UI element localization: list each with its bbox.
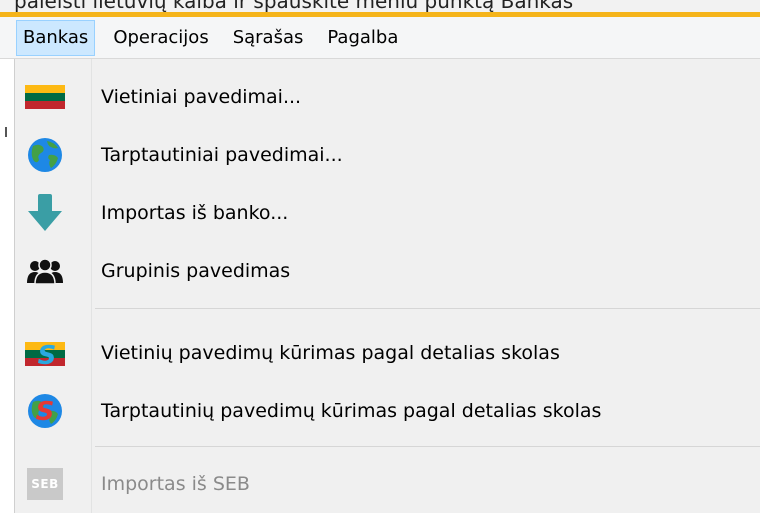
arrow-down-icon xyxy=(25,194,65,232)
globe-s-icon: S xyxy=(25,392,65,430)
globe-icon xyxy=(25,136,65,174)
menu-item-label: Importas iš banko... xyxy=(101,202,289,224)
menubar-item-pagalba[interactable]: Pagalba xyxy=(321,20,404,56)
menu-item-label: Tarptautinių pavedimų kūrimas pagal deta… xyxy=(101,400,602,422)
menu-item-label: Importas iš SEB xyxy=(101,473,250,495)
lithuania-flag-icon xyxy=(25,78,65,116)
seb-logo-icon: SEB xyxy=(25,465,65,503)
menu-item-grupinis-pavedimas[interactable]: Grupinis pavedimas xyxy=(15,242,760,300)
background-edge-mark xyxy=(5,127,7,137)
background-window-edge xyxy=(0,59,14,513)
seb-logo-text: SEB xyxy=(27,468,63,500)
menu-item-vietiniai-pavedimai[interactable]: Vietiniai pavedimai... xyxy=(15,68,760,126)
menubar-item-operacijos[interactable]: Operacijos xyxy=(107,20,214,56)
group-people-icon xyxy=(25,252,65,290)
menu-item-importas-is-banko[interactable]: Importas iš banko... xyxy=(15,184,760,242)
menu-item-tarptautiniu-pavedimu-kurimas[interactable]: S Tarptautinių pavedimų kūrimas pagal de… xyxy=(15,382,760,440)
menu-item-label: Vietiniai pavedimai... xyxy=(101,86,302,108)
menu-item-label: Tarptautiniai pavedimai... xyxy=(101,144,343,166)
menu-item-tarptautiniai-pavedimai[interactable]: Tarptautiniai pavedimai... xyxy=(15,126,760,184)
menubar-item-bankas[interactable]: Bankas xyxy=(16,19,96,56)
menu-item-vietiniu-pavedimu-kurimas[interactable]: S Vietinių pavedimų kūrimas pagal detali… xyxy=(15,324,760,382)
menu-item-label: Vietinių pavedimų kūrimas pagal detalias… xyxy=(101,342,560,364)
menu-separator xyxy=(95,446,760,447)
svg-text:S: S xyxy=(36,397,55,427)
lithuania-flag-s-icon: S xyxy=(25,334,65,372)
bankas-dropdown-menu: Vietiniai pavedimai... Tarptautiniai pav… xyxy=(14,59,760,513)
svg-text:S: S xyxy=(38,341,57,368)
menu-separator xyxy=(95,308,760,309)
menu-item-label: Grupinis pavedimas xyxy=(101,260,291,282)
menubar-item-sarasas[interactable]: Sąrašas xyxy=(227,20,310,56)
menubar: Bankas Operacijos Sąrašas Pagalba xyxy=(0,17,760,59)
menu-item-importas-is-seb: SEB Importas iš SEB xyxy=(15,455,760,513)
